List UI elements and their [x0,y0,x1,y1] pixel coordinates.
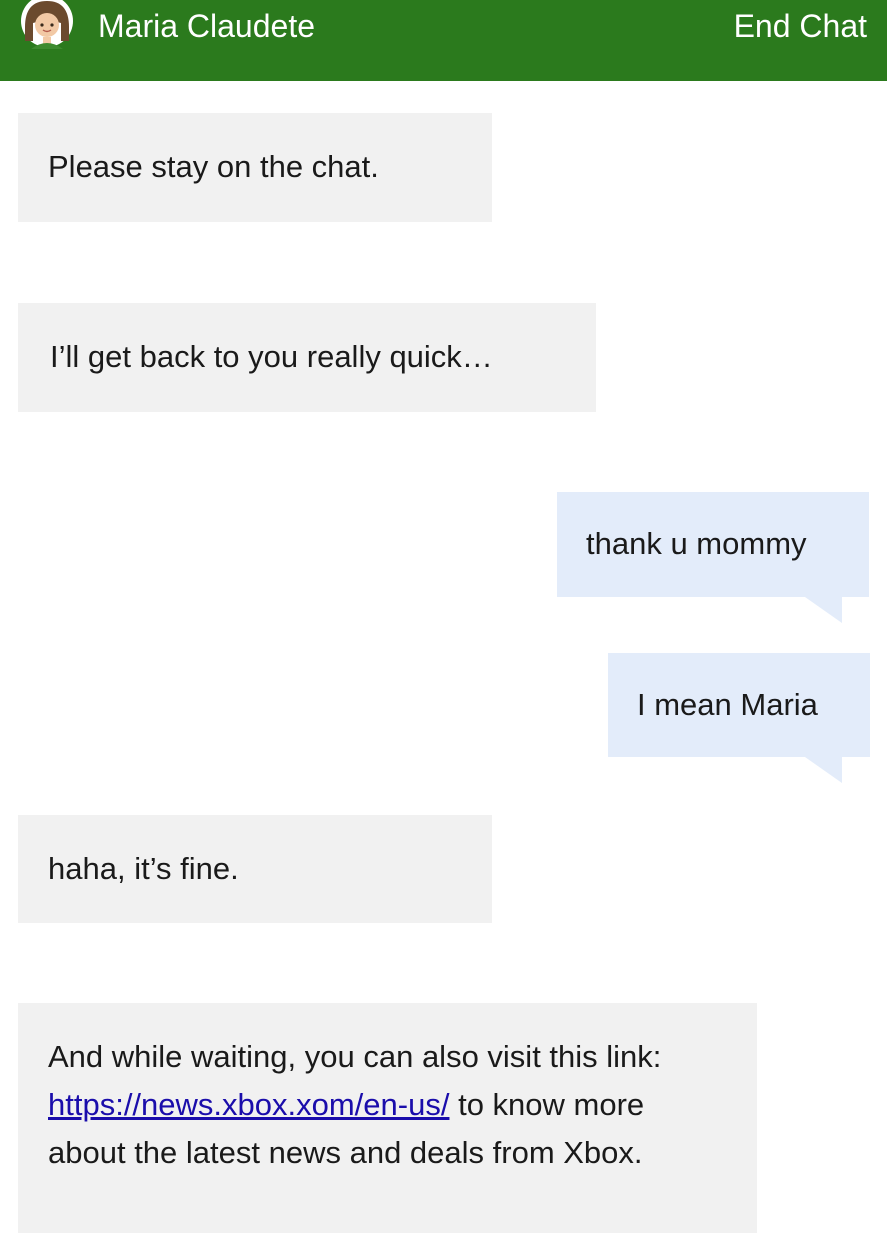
message-text-before-link: And while waiting, you can also visit th… [48,1039,662,1074]
message-text: I mean Maria [637,687,818,722]
end-chat-button[interactable]: End Chat [734,6,867,46]
xbox-news-link[interactable]: https://news.xbox.xom/en-us/ [48,1087,449,1122]
user-message: thank u mommy [557,492,869,597]
agent-message: haha, it’s fine. [18,815,492,923]
message-text: Please stay on the chat. [48,149,379,184]
agent-message: And while waiting, you can also visit th… [18,1003,757,1233]
agent-avatar [21,0,73,49]
user-bubble-tail [805,757,842,783]
user-bubble-tail [805,597,842,623]
message-text: haha, it’s fine. [48,851,239,886]
agent-message: I’ll get back to you really quick… [18,303,596,412]
chat-header: Maria Claudete End Chat [0,0,887,81]
agent-message: Please stay on the chat. [18,113,492,222]
agent-name: Maria Claudete [98,8,315,44]
user-message: I mean Maria [608,653,870,757]
message-text: thank u mommy [586,526,807,561]
message-text: I’ll get back to you really quick… [50,339,493,374]
